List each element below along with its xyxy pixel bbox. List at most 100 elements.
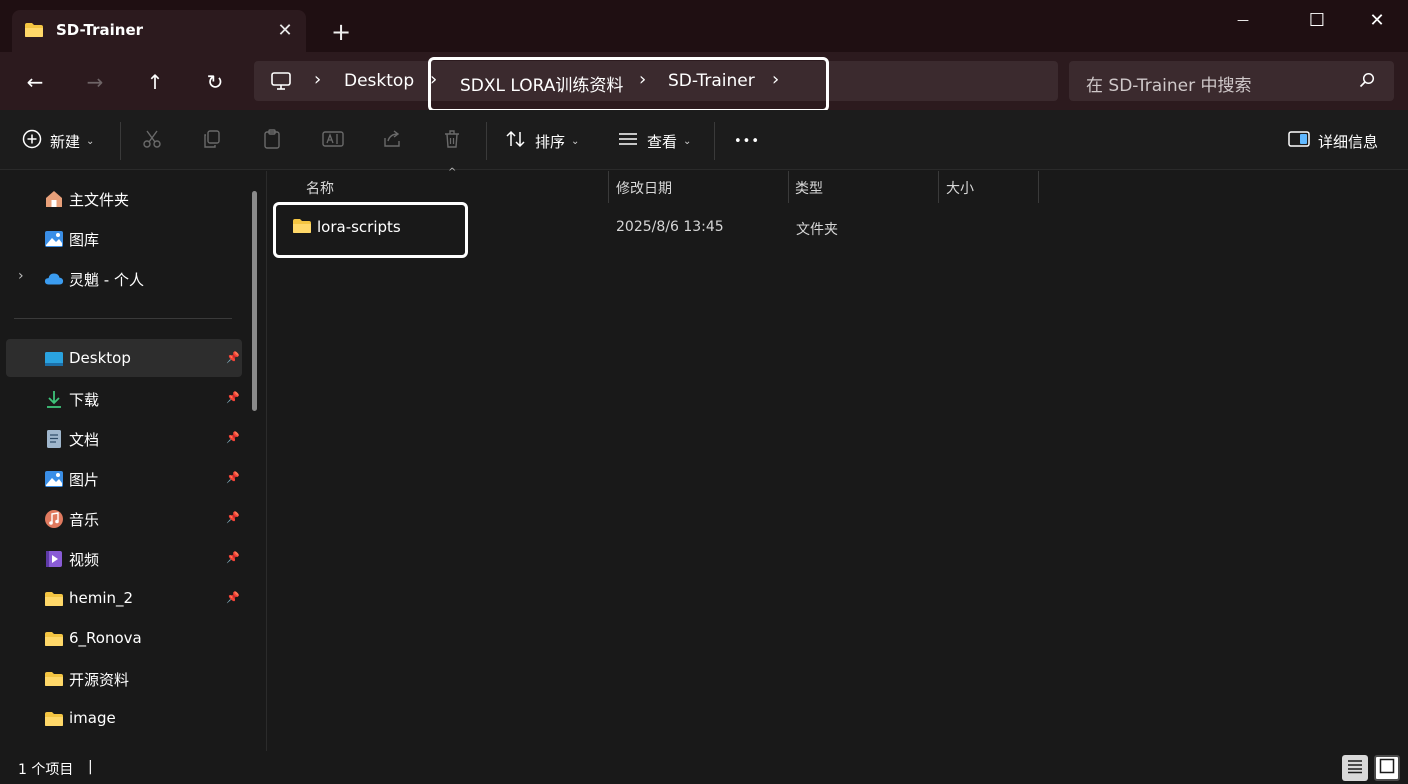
pin-icon[interactable]: 📌 (226, 551, 240, 564)
sidebar-item-videos[interactable]: 视频 📌 (6, 539, 242, 577)
music-icon (44, 509, 64, 529)
breadcrumb-sdxl-lora[interactable]: SDXL LORA训练资料 (460, 71, 623, 96)
new-tab-button[interactable]: + (326, 17, 356, 47)
breadcrumb-separator[interactable]: › (639, 69, 646, 90)
tab-close-button[interactable]: ✕ (272, 17, 298, 43)
sort-ascending-icon: ^ (448, 167, 457, 178)
pin-icon[interactable]: 📌 (226, 511, 240, 524)
sidebar-item-music[interactable]: 音乐 📌 (6, 499, 242, 537)
new-button[interactable]: 新建 ⌄ (22, 126, 94, 156)
expand-chevron-icon[interactable]: › (18, 268, 24, 284)
breadcrumb-separator[interactable]: › (772, 69, 779, 90)
breadcrumb-separator[interactable]: › (430, 69, 437, 90)
navigation-pane: 主文件夹 图库 › 灵魈 - 个人 Desktop 📌 下载 📌 文档 📌 图片… (0, 171, 266, 751)
video-icon (44, 549, 64, 569)
copy-button[interactable] (202, 126, 222, 156)
search-input[interactable]: 在 SD-Trainer 中搜索 (1069, 61, 1394, 101)
breadcrumb[interactable]: › Desktop › SDXL LORA训练资料 › SD-Trainer › (254, 61, 1058, 101)
sidebar-item-hemin-2[interactable]: hemin_2 📌 (6, 579, 242, 617)
chevron-down-icon: ⌄ (571, 135, 580, 147)
sidebar-scrollbar[interactable] (252, 191, 257, 411)
cloud-icon (44, 269, 64, 289)
sidebar-item-documents[interactable]: 文档 📌 (6, 419, 242, 457)
file-name[interactable]: lora-scripts (317, 218, 401, 236)
column-divider[interactable] (608, 171, 609, 203)
column-header-modified[interactable]: 修改日期 (616, 178, 672, 198)
sidebar-item-label: 图片 (69, 471, 100, 489)
large-icons-view-button[interactable] (1374, 755, 1400, 781)
pin-icon[interactable]: 📌 (226, 391, 240, 404)
column-divider[interactable] (938, 171, 939, 203)
sidebar-item-label: Desktop (69, 349, 131, 367)
paste-button[interactable] (262, 126, 282, 156)
tab-title: SD-Trainer (56, 21, 144, 39)
sort-button[interactable]: 排序 ⌄ (505, 126, 579, 156)
back-button[interactable]: ← (19, 66, 51, 98)
close-window-button[interactable]: ✕ (1344, 0, 1408, 40)
table-row[interactable]: lora-scripts 2025/8/6 13:45 文件夹 (273, 205, 1373, 249)
column-divider[interactable] (788, 171, 789, 203)
pin-icon[interactable]: 📌 (226, 471, 240, 484)
sidebar-item-onedrive[interactable]: › 灵魈 - 个人 (6, 259, 242, 297)
sidebar-item-6-ronova[interactable]: 6_Ronova (6, 619, 242, 657)
refresh-button[interactable]: ↻ (199, 66, 231, 98)
toolbar-divider (486, 122, 487, 160)
sidebar-item-home[interactable]: 主文件夹 (6, 179, 242, 217)
details-pane-button[interactable]: 详细信息 (1288, 126, 1378, 156)
monitor-icon[interactable] (270, 71, 292, 95)
rename-icon (322, 129, 344, 153)
view-button[interactable]: 查看 ⌄ (617, 126, 691, 156)
details-pane-icon (1288, 130, 1310, 152)
maximize-button[interactable]: ☐ (1284, 0, 1350, 40)
new-label: 新建 (50, 132, 81, 151)
details-view-button[interactable] (1342, 755, 1368, 781)
rename-button[interactable] (322, 126, 344, 156)
download-icon (44, 389, 64, 409)
cut-button[interactable] (142, 126, 162, 156)
details-label: 详细信息 (1318, 132, 1379, 151)
sidebar-item-label: hemin_2 (69, 589, 134, 607)
pin-icon[interactable]: 📌 (226, 591, 240, 604)
search-icon (1359, 72, 1375, 92)
breadcrumb-separator[interactable]: › (314, 69, 321, 90)
command-bar: 新建 ⌄ 排序 ⌄ 查看 ⌄ ••• 详细信息 (0, 110, 1408, 170)
file-list: ^ 名称 修改日期 类型 大小 lora-scripts 2025/8/6 13… (267, 167, 1408, 751)
sidebar-item-pictures[interactable]: 图片 📌 (6, 459, 242, 497)
sidebar-item-image[interactable]: image (6, 699, 242, 737)
delete-button[interactable] (442, 126, 462, 156)
column-header-name[interactable]: 名称 (306, 178, 334, 198)
breadcrumb-sd-trainer[interactable]: SD-Trainer (668, 71, 755, 91)
sidebar-item-label: image (69, 709, 116, 727)
minimize-icon: — (1237, 13, 1249, 27)
sidebar-divider (14, 318, 232, 319)
sidebar-item-label: 音乐 (69, 511, 100, 529)
column-header-type[interactable]: 类型 (795, 178, 823, 198)
large-icons-view-icon (1379, 758, 1395, 778)
forward-button[interactable]: → (79, 66, 111, 98)
sidebar-item-label: 图库 (69, 231, 100, 249)
tab-sd-trainer[interactable]: SD-Trainer ✕ (12, 10, 306, 52)
title-bar: SD-Trainer ✕ + — ☐ ✕ (0, 0, 1408, 52)
pin-icon[interactable]: 📌 (226, 431, 240, 444)
gallery-icon (44, 229, 64, 249)
column-header-size[interactable]: 大小 (946, 178, 974, 198)
pictures-icon (44, 469, 64, 489)
sort-icon (505, 129, 527, 153)
column-divider[interactable] (1038, 171, 1039, 203)
more-options-button[interactable]: ••• (734, 126, 760, 156)
folder-icon (24, 22, 44, 42)
share-button[interactable] (382, 126, 402, 156)
pin-icon[interactable]: 📌 (226, 351, 240, 364)
sidebar-item-downloads[interactable]: 下载 📌 (6, 379, 242, 417)
up-button[interactable]: ↑ (139, 66, 171, 98)
folder-icon (292, 218, 312, 238)
sidebar-item-desktop[interactable]: Desktop 📌 (6, 339, 242, 377)
sidebar-item-open-source[interactable]: 开源资料 (6, 659, 242, 697)
status-separator: | (88, 759, 93, 775)
breadcrumb-desktop[interactable]: Desktop (344, 71, 414, 91)
folder-icon (44, 589, 64, 609)
sidebar-item-gallery[interactable]: 图库 (6, 219, 242, 257)
minimize-button[interactable]: — (1210, 0, 1276, 40)
clipboard-icon (262, 129, 282, 153)
file-type: 文件夹 (796, 222, 838, 238)
